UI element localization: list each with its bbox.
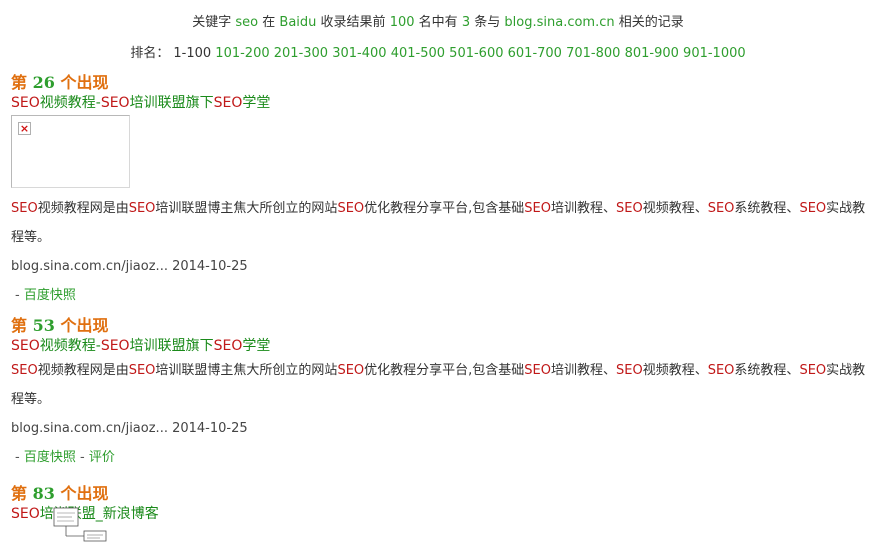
result-description: SEO视频教程网是由SEO培训联盟博主焦大所创立的网站SEO优化教程分享平台,包… (11, 201, 866, 245)
rank-link[interactable]: 101-200 (215, 46, 269, 61)
rank-link[interactable]: 801-900 (625, 46, 679, 61)
result-summary: 关键字 seo 在 Baidu 收录结果前 100 名中有 3 条与 blog.… (0, 14, 876, 32)
result-rank-heading: 第 26 个出现 (11, 73, 109, 92)
search-result: 第 83 个出现 SEO培训联盟_新浪博客 (11, 484, 866, 542)
search-result: 第 26 个出现 SEO视频教程-SEO培训联盟旗下SEO学堂 × SEO视频教… (11, 73, 866, 310)
result-actions: - 百度快照 (15, 288, 76, 303)
rank-link[interactable]: 501-600 (449, 46, 503, 61)
result-thumbnail[interactable]: × (11, 115, 130, 188)
summary-domain: blog.sina.com.cn (504, 15, 615, 30)
result-thumbnail-diagram[interactable] (52, 506, 112, 546)
rank-link[interactable]: 601-700 (508, 46, 562, 61)
result-title-link[interactable]: SEO培训联盟_新浪博客 (11, 504, 866, 524)
result-title-link[interactable]: SEO视频教程-SEO培训联盟旗下SEO学堂 (11, 336, 866, 356)
result-url: blog.sina.com.cn/jiaoz... (11, 259, 168, 274)
rank-label: 排名： (130, 46, 170, 61)
summary-middle: 名中有 (418, 15, 458, 30)
rank-link[interactable]: 401-500 (391, 46, 445, 61)
broken-image-icon: × (18, 122, 31, 135)
result-url-date: blog.sina.com.cn/jiaoz... 2014-10-25 (11, 414, 866, 443)
summary-count: 3 (461, 15, 471, 30)
rank-link[interactable]: 701-800 (566, 46, 620, 61)
summary-collect: 收录结果前 (320, 15, 386, 30)
result-title-link[interactable]: SEO视频教程-SEO培训联盟旗下SEO学堂 (11, 93, 866, 113)
snapshot-link[interactable]: 百度快照 (24, 288, 76, 303)
rank-link-current: 1-100 (173, 46, 212, 61)
summary-top: 100 (389, 15, 415, 30)
result-actions: - 百度快照 - 评价 (15, 450, 115, 465)
result-rank-heading: 第 53 个出现 (11, 316, 109, 335)
result-description: SEO视频教程网是由SEO培训联盟博主焦大所创立的网站SEO优化教程分享平台,包… (11, 363, 866, 407)
snapshot-link[interactable]: 百度快照 (24, 450, 76, 465)
review-link[interactable]: 评价 (89, 450, 115, 465)
summary-tiao: 条与 (474, 15, 501, 30)
rank-link[interactable]: 301-400 (332, 46, 386, 61)
search-result: 第 53 个出现 SEO视频教程-SEO培训联盟旗下SEO学堂 SEO视频教程网… (11, 316, 866, 472)
rank-link[interactable]: 201-300 (274, 46, 328, 61)
summary-suffix: 相关的记录 (618, 15, 684, 30)
result-url: blog.sina.com.cn/jiaoz... (11, 421, 168, 436)
result-rank-heading: 第 83 个出现 (11, 484, 109, 503)
result-url-date: blog.sina.com.cn/jiaoz... 2014-10-25 (11, 252, 866, 281)
result-date: 2014-10-25 (172, 259, 248, 274)
summary-engine: Baidu (279, 15, 317, 30)
summary-in: 在 (262, 15, 276, 30)
result-rank-number: 53 (32, 316, 55, 335)
summary-keyword: seo (235, 15, 259, 30)
summary-prefix: 关键字 (192, 15, 232, 30)
result-rank-number: 83 (32, 484, 55, 503)
result-date: 2014-10-25 (172, 421, 248, 436)
rank-pagination: 排名： 1-100 101-200 201-300 301-400 401-500… (0, 45, 876, 63)
result-rank-number: 26 (32, 73, 55, 92)
rank-link[interactable]: 901-1000 (683, 46, 746, 61)
